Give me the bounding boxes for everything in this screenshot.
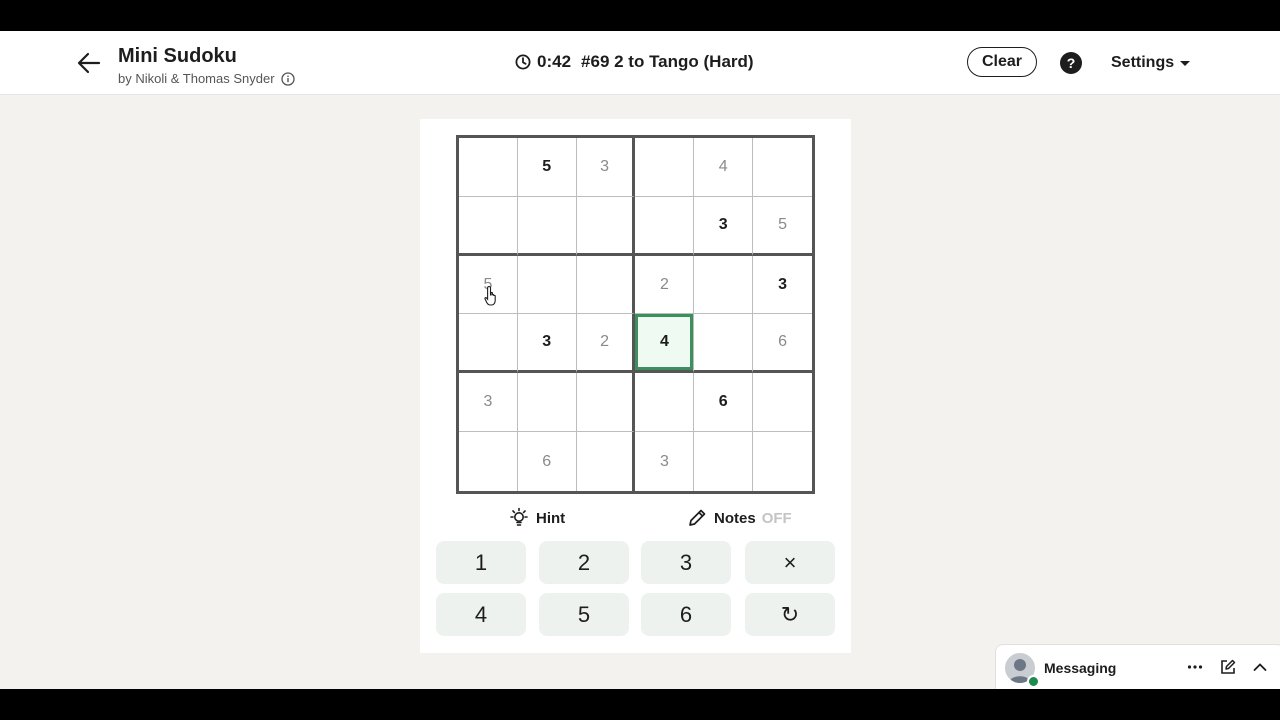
timer: 0:42	[537, 52, 572, 71]
game-header: Mini Sudoku by Nikoli & Thomas Snyder 0:…	[0, 31, 1280, 95]
selected-cell[interactable]: 4	[635, 314, 695, 374]
game-title: Mini Sudoku	[118, 45, 237, 67]
grid-cell[interactable]	[694, 255, 754, 315]
grid-cell[interactable]: 2	[576, 314, 636, 374]
grid-cell[interactable]: 3	[459, 373, 518, 433]
grid-cell[interactable]	[753, 373, 812, 433]
bottom-letterbox	[0, 689, 1280, 720]
key-5[interactable]: 5	[539, 593, 629, 636]
info-icon[interactable]	[280, 71, 295, 86]
grid-cell[interactable]: 4	[694, 138, 754, 197]
grid-cell[interactable]: 5	[517, 138, 577, 197]
grid-cell[interactable]	[517, 255, 577, 315]
byline-text: by Nikoli & Thomas Snyder	[118, 71, 275, 86]
chevron-up-icon[interactable]	[1251, 658, 1269, 676]
messaging-bar[interactable]: Messaging	[995, 644, 1280, 689]
key-6[interactable]: 6	[641, 593, 731, 636]
tool-row: Hint Notes OFF	[420, 507, 851, 531]
grid-cell[interactable]: 6	[518, 432, 577, 491]
grid-cell[interactable]: 3	[635, 432, 695, 491]
pencil-icon	[689, 509, 706, 526]
grid-cell[interactable]	[459, 138, 518, 197]
grid-cell[interactable]	[694, 314, 754, 374]
notes-state: OFF	[761, 509, 792, 527]
back-arrow-icon	[77, 52, 101, 74]
top-letterbox	[0, 0, 1280, 31]
grid-cell[interactable]: 3	[517, 314, 577, 374]
clear-button[interactable]: Clear	[967, 47, 1037, 77]
key-4[interactable]: 4	[436, 593, 526, 636]
grid-cell[interactable]	[576, 373, 636, 433]
undo-button[interactable]: ↻	[745, 593, 835, 636]
grid-cell[interactable]: 6	[753, 314, 812, 374]
grid-cell[interactable]: 5	[753, 197, 812, 256]
caret-down-icon	[1180, 60, 1191, 66]
grid-cell[interactable]	[459, 314, 518, 374]
grid-cell[interactable]	[517, 196, 577, 256]
game-status: 0:42 #69 2 to Tango (Hard)	[515, 52, 754, 72]
notes-label: Notes	[714, 509, 756, 527]
puzzle-label: #69 2 to Tango (Hard)	[581, 52, 754, 71]
compose-icon[interactable]	[1219, 658, 1237, 676]
notes-toggle[interactable]: Notes OFF	[686, 507, 792, 529]
hint-button[interactable]: Hint	[508, 507, 565, 529]
grid-cell[interactable]: 3	[753, 256, 812, 315]
hint-label: Hint	[536, 509, 566, 527]
grid-cell[interactable]	[576, 196, 636, 256]
grid-cell[interactable]	[635, 196, 695, 256]
grid-cell[interactable]	[517, 373, 577, 433]
grid-cell[interactable]	[459, 432, 518, 491]
key-3[interactable]: 3	[641, 541, 731, 584]
grid-cell[interactable]	[635, 373, 695, 433]
grid-cell[interactable]: 3	[576, 138, 636, 197]
settings-label: Settings	[1111, 54, 1175, 71]
more-options-icon[interactable]	[1186, 658, 1204, 676]
back-button[interactable]	[74, 49, 104, 77]
online-status-indicator	[1027, 675, 1040, 688]
grid-cell[interactable]: 3	[694, 196, 754, 256]
sudoku-grid: 5343552332463663	[456, 135, 815, 494]
grid-cell[interactable]	[694, 432, 754, 491]
erase-button[interactable]: ×	[745, 541, 835, 584]
key-1[interactable]: 1	[436, 541, 526, 584]
grid-cell[interactable]	[635, 138, 695, 197]
grid-cell[interactable]	[459, 196, 518, 256]
grid-cell[interactable]	[753, 432, 812, 491]
number-keypad: 1 2 3 × 4 5 6 ↻	[436, 541, 836, 637]
key-2[interactable]: 2	[539, 541, 629, 584]
lightbulb-icon	[510, 507, 528, 526]
game-byline: by Nikoli & Thomas Snyder	[118, 71, 295, 86]
grid-cell[interactable]: 6	[694, 373, 754, 433]
grid-cell[interactable]	[576, 255, 636, 315]
grid-cell[interactable]	[753, 138, 812, 197]
grid-cell[interactable]: 2	[635, 255, 695, 315]
clock-icon	[515, 54, 531, 70]
help-icon[interactable]: ?	[1060, 52, 1082, 74]
grid-cell[interactable]: 5	[459, 255, 518, 315]
game-card: 5343552332463663 Hint Notes OFF 1 2 3 × 4 5 6 ↻	[420, 119, 851, 653]
grid-cell[interactable]	[577, 432, 636, 491]
settings-dropdown[interactable]: Settings	[1111, 54, 1191, 72]
messaging-label: Messaging	[1044, 660, 1117, 676]
